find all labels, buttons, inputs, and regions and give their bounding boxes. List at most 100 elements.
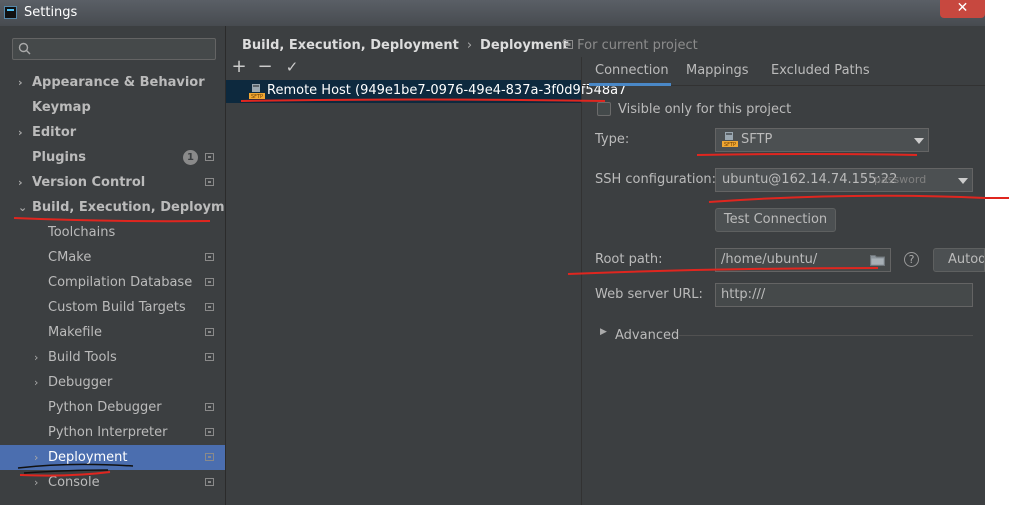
background-edge: [985, 0, 1009, 505]
sidebar-item-label: Keymap: [32, 100, 91, 115]
settings-sidebar: › Appearance & Behavior Keymap › Editor Plugi…: [0, 26, 249, 505]
sidebar-item-label: Editor: [32, 125, 77, 140]
type-value: SFTP: [741, 132, 773, 147]
update-count-badge: 1: [183, 150, 198, 165]
sidebar-item-python-interpreter[interactable]: Python Interpreter: [0, 420, 225, 445]
help-icon[interactable]: ?: [904, 252, 919, 267]
type-label: Type:: [595, 132, 630, 147]
autodetect-button[interactable]: Autodetect: [933, 248, 985, 272]
tab-mappings[interactable]: Mappings: [686, 63, 749, 78]
sidebar-item-label: Appearance & Behavior: [32, 75, 205, 90]
chevron-right-icon[interactable]: ›: [18, 120, 28, 145]
scope-label: For current project: [563, 38, 698, 53]
sidebar-item-version-control[interactable]: › Version Control: [0, 170, 225, 195]
web-server-url-input[interactable]: http:///: [715, 283, 973, 307]
sidebar-item-console[interactable]: › Console: [0, 470, 225, 495]
sidebar-item-custom-build-targets[interactable]: Custom Build Targets: [0, 295, 225, 320]
annotation-mark-tail: [985, 197, 1009, 199]
ssh-auth-hint: password: [874, 173, 927, 186]
sidebar-item-label: Build, Execution, Deployment: [32, 200, 249, 215]
sidebar-item-label: Makefile: [48, 325, 103, 340]
tab-excluded-paths[interactable]: Excluded Paths: [771, 63, 870, 78]
visible-only-label[interactable]: Visible only for this project: [618, 102, 791, 117]
sidebar-item-build-tools[interactable]: › Build Tools: [0, 345, 225, 370]
sftp-icon: SFTP: [249, 84, 265, 100]
sidebar-item-label: Toolchains: [48, 225, 116, 240]
chevron-right-icon[interactable]: ›: [18, 70, 28, 95]
sftp-icon: SFTP: [722, 132, 738, 148]
search-input[interactable]: [12, 38, 216, 60]
sidebar-item-label: Debugger: [48, 375, 113, 390]
test-connection-button[interactable]: Test Connection: [715, 208, 836, 232]
sidebar-item-label: Deployment: [48, 450, 128, 465]
server-name: Remote Host (949e1be7-0976-49e4-837a-3f0…: [267, 83, 627, 98]
server-toolbar: + − ✓: [226, 57, 581, 79]
project-scope-icon: [205, 253, 214, 261]
sidebar-item-cmake[interactable]: CMake: [0, 245, 225, 270]
apply-server-button[interactable]: ✓: [282, 57, 302, 79]
project-scope-icon: [205, 303, 214, 311]
sidebar-item-appearance-behavior[interactable]: › Appearance & Behavior: [0, 70, 225, 95]
sidebar-item-makefile[interactable]: Makefile: [0, 320, 225, 345]
add-server-button[interactable]: +: [229, 57, 249, 79]
sidebar-item-label: Console: [48, 475, 100, 490]
search-icon: [18, 42, 31, 55]
sidebar-item-label: Version Control: [32, 175, 146, 190]
ssh-config-select[interactable]: ubuntu@162.14.74.155:22 password: [715, 168, 973, 192]
remove-server-button[interactable]: −: [255, 57, 275, 79]
breadcrumb-current: Deployment: [480, 38, 569, 53]
sidebar-item-deployment[interactable]: › Deployment: [0, 445, 225, 470]
app-icon: [4, 6, 17, 19]
type-select[interactable]: SFTP SFTP: [715, 128, 929, 152]
web-server-url-label: Web server URL:: [595, 287, 703, 302]
ssh-config-label: SSH configuration:: [595, 172, 717, 187]
root-path-label: Root path:: [595, 252, 663, 267]
visible-only-checkbox[interactable]: [597, 102, 611, 116]
chevron-right-icon[interactable]: ›: [34, 445, 44, 470]
sidebar-item-label: CMake: [48, 250, 92, 265]
sidebar-item-label: Build Tools: [48, 350, 117, 365]
folder-icon[interactable]: [870, 254, 885, 266]
advanced-section-toggle[interactable]: Advanced: [615, 328, 679, 343]
chevron-right-icon[interactable]: ›: [34, 370, 44, 395]
close-button[interactable]: ✕: [940, 0, 985, 18]
sidebar-item-debugger[interactable]: › Debugger: [0, 370, 225, 395]
chevron-down-icon: [914, 138, 924, 144]
sidebar-item-keymap[interactable]: Keymap: [0, 95, 225, 120]
sidebar-item-python-debugger[interactable]: Python Debugger: [0, 395, 225, 420]
project-scope-icon: [205, 428, 214, 436]
svg-text:SFTP: SFTP: [251, 94, 263, 100]
tab-connection[interactable]: Connection: [595, 63, 669, 78]
sidebar-item-editor[interactable]: › Editor: [0, 120, 225, 145]
project-scope-icon: [205, 178, 214, 186]
scope-text: For current project: [577, 38, 698, 53]
chevron-right-icon[interactable]: ›: [34, 470, 44, 495]
panel-splitter[interactable]: [581, 57, 582, 505]
svg-text:SFTP: SFTP: [724, 142, 736, 148]
chevron-right-icon[interactable]: ▶: [600, 327, 610, 337]
sidebar-item-compilation-database[interactable]: Compilation Database: [0, 270, 225, 295]
server-item[interactable]: SFTP Remote Host (949e1be7-0976-49e4-837…: [226, 80, 626, 103]
sidebar-item-plugins[interactable]: Plugins 1: [0, 145, 225, 170]
project-scope-icon: [205, 478, 214, 486]
breadcrumb-parent[interactable]: Build, Execution, Deployment: [242, 38, 459, 53]
deployment-tabs: Connection Mappings Excluded Paths: [582, 57, 985, 86]
project-scope-icon: [205, 278, 214, 286]
project-scope-icon: [205, 328, 214, 336]
sidebar-item-build-execution-deployment[interactable]: ⌄ Build, Execution, Deployment: [0, 195, 249, 220]
chevron-down-icon[interactable]: ⌄: [18, 195, 28, 220]
advanced-divider: [679, 335, 973, 336]
active-tab-indicator: [589, 83, 671, 86]
project-scope-icon: [205, 353, 214, 361]
settings-window: Settings ✕ › Appearance & Behavior Keymap ›…: [0, 0, 985, 505]
breadcrumb-separator: ›: [466, 38, 473, 53]
project-scope-icon: [205, 153, 214, 161]
web-server-url-value: http:///: [721, 287, 766, 302]
root-path-input[interactable]: /home/ubuntu/: [715, 248, 891, 272]
sidebar-item-toolchains[interactable]: Toolchains: [0, 220, 225, 245]
ssh-config-value: ubuntu@162.14.74.155:22: [722, 172, 898, 187]
chevron-right-icon[interactable]: ›: [18, 170, 28, 195]
chevron-right-icon[interactable]: ›: [34, 345, 44, 370]
sidebar-item-label: Plugins: [32, 150, 86, 165]
root-path-value: /home/ubuntu/: [721, 252, 818, 267]
